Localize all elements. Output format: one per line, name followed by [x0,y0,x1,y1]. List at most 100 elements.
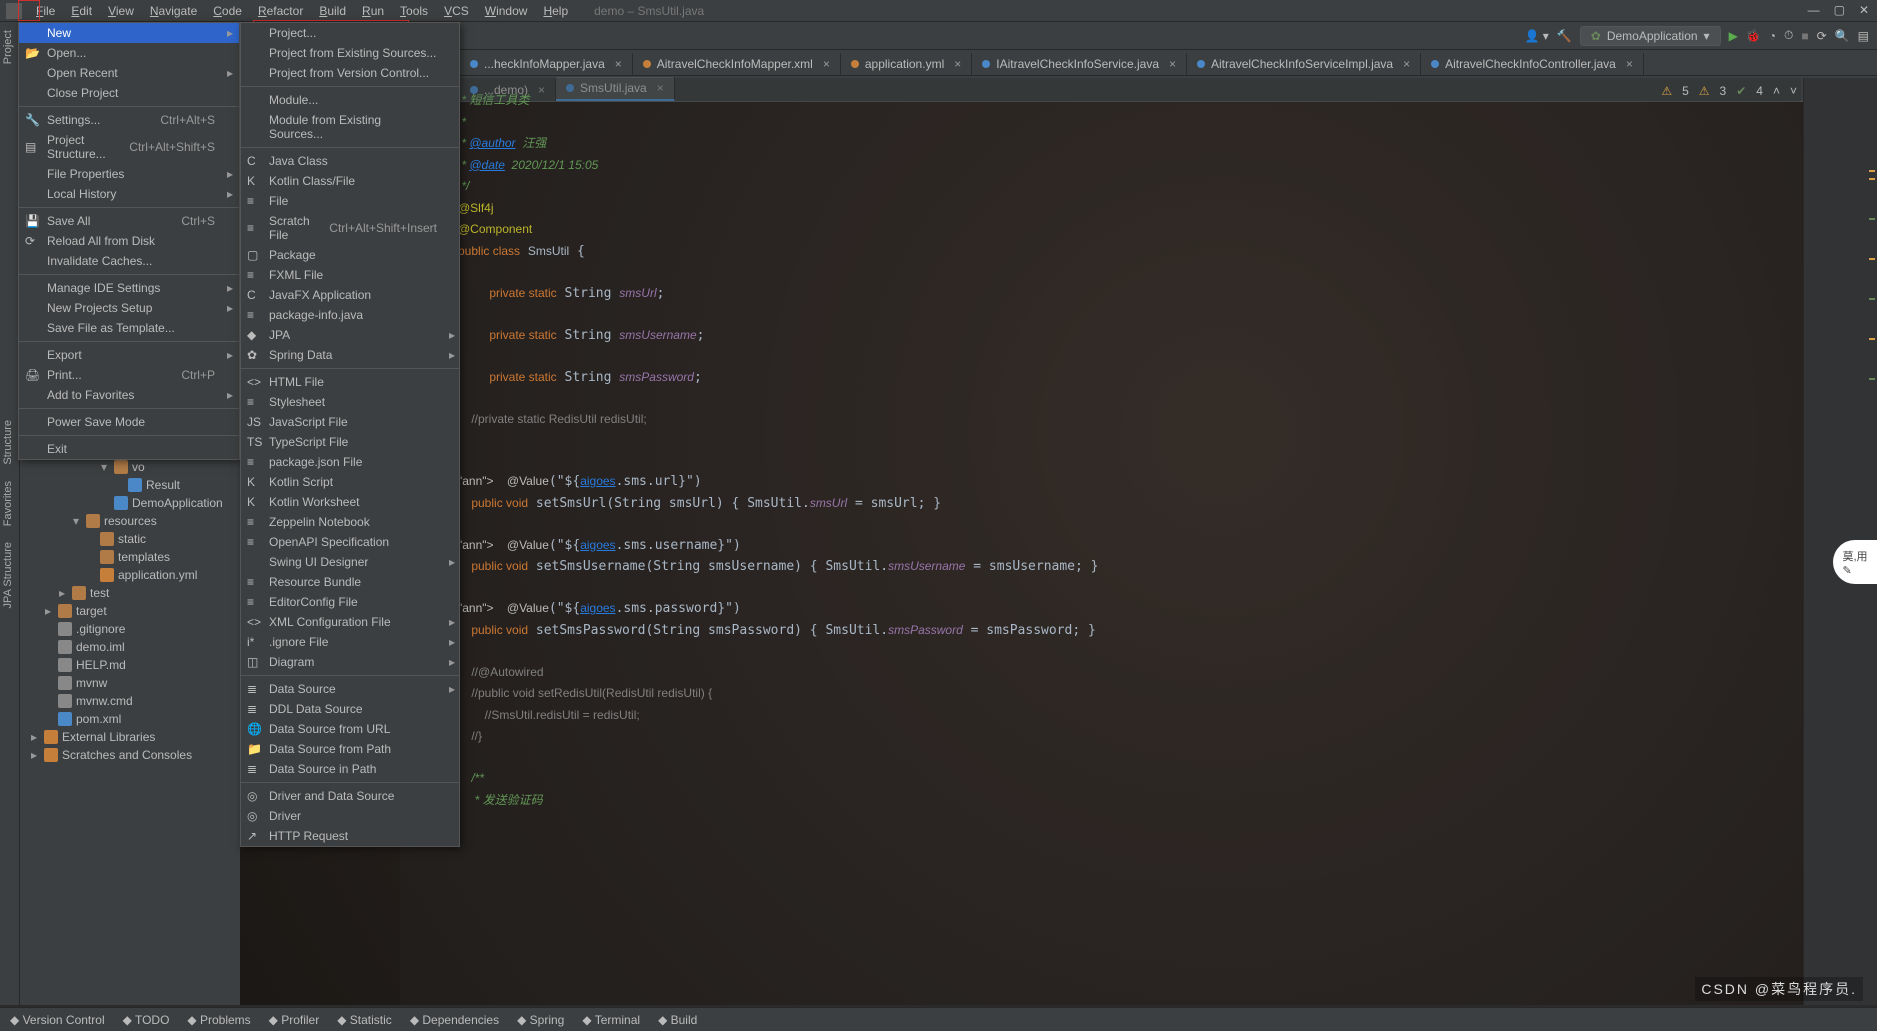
menu-item[interactable]: KKotlin Script [241,472,461,492]
menu-item[interactable]: KKotlin Class/File [241,171,461,191]
menu-item[interactable]: Local History▸ [19,184,239,204]
stop-icon[interactable]: ■ [1801,29,1808,43]
tree-row[interactable]: ▸target [20,602,240,620]
close-icon[interactable]: ✕ [1859,3,1869,17]
menu-item[interactable]: Manage IDE Settings▸ [19,278,239,298]
coverage-icon[interactable]: ◔ [1769,29,1776,43]
close-tab-icon[interactable]: × [954,57,961,71]
menu-item[interactable]: ↗HTTP Request [241,826,461,846]
menu-view[interactable]: View [100,2,142,20]
status-profiler[interactable]: ◆ Profiler [269,1013,320,1027]
menu-item[interactable]: <>HTML File [241,372,461,392]
menu-item[interactable]: 💾Save AllCtrl+S [19,211,239,231]
tree-row[interactable]: ▸Scratches and Consoles [20,746,240,764]
tree-row[interactable]: application.yml [20,566,240,584]
menu-item[interactable]: ≡Zeppelin Notebook [241,512,461,532]
close-tab-icon[interactable]: × [615,57,622,71]
run-icon[interactable]: ▶ [1729,29,1738,43]
menu-item[interactable]: ◆JPA▸ [241,325,461,345]
status-build[interactable]: ◆ Build [658,1013,697,1027]
menu-item[interactable]: TSTypeScript File [241,432,461,452]
menu-run[interactable]: Run [354,2,392,20]
minimize-icon[interactable]: — [1808,3,1820,17]
menu-item[interactable]: New Projects Setup▸ [19,298,239,318]
menu-item[interactable]: 📁Data Source from Path [241,739,461,759]
tree-row[interactable]: mvnw.cmd [20,692,240,710]
maximize-icon[interactable]: ▢ [1834,3,1845,17]
menu-refactor[interactable]: Refactor [250,2,311,20]
menu-item[interactable]: ▢Package [241,245,461,265]
tree-row[interactable]: ▾vo [20,458,240,476]
menu-item[interactable]: ≡package.json File [241,452,461,472]
menu-item[interactable]: ≣DDL Data Source [241,699,461,719]
menu-item[interactable]: ≣Data Source in Path [241,759,461,779]
tree-row[interactable]: mvnw [20,674,240,692]
chevron-up-icon[interactable]: ˄ [1773,84,1780,98]
menu-item[interactable]: ◎Driver and Data Source [241,786,461,806]
menu-item[interactable]: ⟳Reload All from Disk [19,231,239,251]
close-tab-icon[interactable]: × [1626,57,1633,71]
menu-file[interactable]: File [28,2,63,20]
editor-pane[interactable]: 49 50 51 * 短信工具类 * * @author 汪强 * @date … [400,78,1801,1005]
code-area[interactable]: * 短信工具类 * * @author 汪强 * @date 2020/12/1… [458,90,1801,811]
menu-item[interactable]: 📂Open... [19,43,239,63]
menu-help[interactable]: Help [535,2,576,20]
tab[interactable]: application.yml× [841,53,972,75]
menu-item[interactable]: KKotlin Worksheet [241,492,461,512]
menu-item[interactable]: ≣Data Source▸ [241,679,461,699]
tab[interactable]: AitravelCheckInfoMapper.xml× [633,53,841,75]
tab[interactable]: AitravelCheckInfoServiceImpl.java× [1187,53,1421,75]
menu-item[interactable]: Module... [241,90,461,110]
tree-row[interactable]: templates [20,548,240,566]
menu-build[interactable]: Build [311,2,354,20]
structure-tool-tab[interactable]: Structure [0,412,16,473]
menu-window[interactable]: Window [477,2,536,20]
tree-row[interactable]: Result [20,476,240,494]
close-tab-icon[interactable]: × [1403,57,1410,71]
menu-item[interactable]: Project... [241,23,461,43]
build-icon[interactable]: 🔨 [1557,29,1572,43]
menu-item[interactable]: Project from Existing Sources... [241,43,461,63]
git-update-icon[interactable]: ⟳ [1817,29,1827,43]
menu-item[interactable]: ◎Driver [241,806,461,826]
status-version-control[interactable]: ◆ Version Control [10,1013,105,1027]
menu-item[interactable]: ≡Scratch FileCtrl+Alt+Shift+Insert [241,211,461,245]
menu-item[interactable]: Save File as Template... [19,318,239,338]
status-statistic[interactable]: ◆ Statistic [337,1013,392,1027]
menu-item[interactable]: ≡package-info.java [241,305,461,325]
menu-item[interactable]: Module from Existing Sources... [241,110,461,144]
project-tool-tab[interactable]: Project [0,22,16,72]
tree-row[interactable]: static [20,530,240,548]
jpa-structure-tab[interactable]: JPA Structure [0,534,16,616]
debug-icon[interactable]: 🐞 [1746,29,1761,43]
inspection-widget[interactable]: ⚠5 ⚠3 ✔4 ˄ ˅ [1661,84,1797,98]
menu-vcs[interactable]: VCS [436,2,477,20]
menu-item[interactable]: ◫Diagram▸ [241,652,461,672]
menu-tools[interactable]: Tools [392,2,436,20]
tree-row[interactable]: DemoApplication [20,494,240,512]
menu-item[interactable]: ≡OpenAPI Specification [241,532,461,552]
menu-item[interactable]: JSJavaScript File [241,412,461,432]
menu-item[interactable]: Power Save Mode [19,412,239,432]
close-tab-icon[interactable]: × [1169,57,1176,71]
tree-row[interactable]: HELP.md [20,656,240,674]
floating-action[interactable]: 莫,用✎ [1833,540,1877,584]
menu-item[interactable]: 🔧Settings...Ctrl+Alt+S [19,110,239,130]
menu-item[interactable]: Export▸ [19,345,239,365]
menu-item[interactable]: ≡EditorConfig File [241,592,461,612]
status-dependencies[interactable]: ◆ Dependencies [410,1013,499,1027]
tab[interactable]: AitravelCheckInfoController.java× [1421,53,1644,75]
user-icon[interactable]: 👤 ▾ [1525,29,1549,43]
tree-row[interactable]: ▸External Libraries [20,728,240,746]
menu-item[interactable]: <>XML Configuration File▸ [241,612,461,632]
menu-edit[interactable]: Edit [63,2,100,20]
more-icon[interactable]: ▤ [1858,29,1869,43]
menu-item[interactable]: ≡Resource Bundle [241,572,461,592]
tree-row[interactable]: demo.iml [20,638,240,656]
status-spring[interactable]: ◆ Spring [517,1013,564,1027]
tree-row[interactable]: pom.xml [20,710,240,728]
menu-item[interactable]: ✿Spring Data▸ [241,345,461,365]
menu-item[interactable]: i*.ignore File▸ [241,632,461,652]
close-tab-icon[interactable]: × [823,57,830,71]
menu-item[interactable]: CJava Class [241,151,461,171]
